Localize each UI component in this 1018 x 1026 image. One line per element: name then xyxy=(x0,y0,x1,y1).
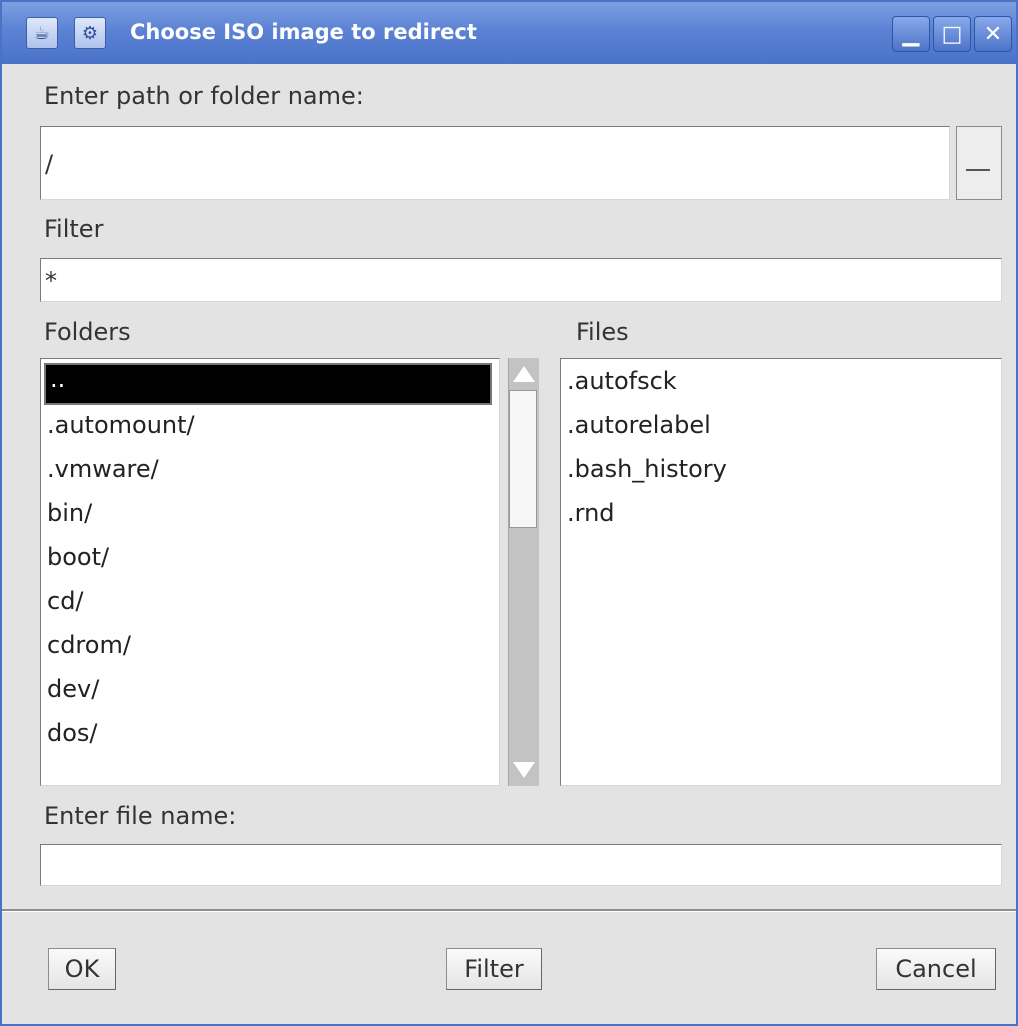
folder-item[interactable]: boot/ xyxy=(47,543,109,571)
folder-item[interactable]: bin/ xyxy=(47,499,92,527)
folder-item[interactable]: .automount/ xyxy=(47,411,195,439)
scroll-up-icon[interactable] xyxy=(509,358,539,388)
scroll-thumb[interactable] xyxy=(509,390,537,528)
scroll-down-icon[interactable] xyxy=(509,756,539,786)
window-title: Choose ISO image to redirect xyxy=(130,20,477,44)
maximize-icon[interactable]: □ xyxy=(933,16,971,52)
filter-input[interactable]: * xyxy=(40,258,1002,302)
browse-button[interactable] xyxy=(956,126,1002,200)
java-icon[interactable]: ☕ xyxy=(26,17,58,49)
file-item[interactable]: .bash_history xyxy=(567,455,727,483)
folder-item[interactable]: cd/ xyxy=(47,587,84,615)
folder-item[interactable]: dev/ xyxy=(47,675,99,703)
file-item[interactable]: .autorelabel xyxy=(567,411,711,439)
file-name-input[interactable] xyxy=(40,844,1002,886)
close-icon[interactable]: ✕ xyxy=(974,16,1012,52)
separator xyxy=(2,909,1016,912)
ok-button[interactable]: OK xyxy=(48,948,116,990)
window-menu-icon[interactable]: ⚙ xyxy=(74,17,106,49)
filter-label: Filter xyxy=(44,215,104,243)
cancel-button[interactable]: Cancel xyxy=(876,948,996,990)
folders-label: Folders xyxy=(44,318,131,346)
folder-item-selected[interactable]: .. xyxy=(44,363,492,405)
path-label: Enter path or folder name: xyxy=(44,82,364,110)
files-label: Files xyxy=(576,318,629,346)
file-item[interactable]: .rnd xyxy=(567,499,615,527)
file-item[interactable]: .autofsck xyxy=(567,367,677,395)
filter-button[interactable]: Filter xyxy=(446,948,542,990)
dialog-window: ☕ ⚙ Choose ISO image to redirect ▁ □ ✕ E… xyxy=(0,0,1018,1026)
file-name-label: Enter file name: xyxy=(44,802,237,830)
folder-item[interactable]: .vmware/ xyxy=(47,455,159,483)
folders-scrollbar[interactable] xyxy=(508,358,539,786)
files-list[interactable]: .autofsck .autorelabel .bash_history .rn… xyxy=(560,358,1002,786)
ellipsis-icon xyxy=(966,169,990,171)
minimize-icon[interactable]: ▁ xyxy=(892,16,930,52)
folders-list[interactable]: .. .automount/ .vmware/ bin/ boot/ cd/ c… xyxy=(40,358,500,786)
folder-item[interactable]: dos/ xyxy=(47,719,98,747)
folder-item[interactable]: cdrom/ xyxy=(47,631,131,659)
path-input[interactable]: / xyxy=(40,126,950,200)
title-bar[interactable]: ☕ ⚙ Choose ISO image to redirect ▁ □ ✕ xyxy=(2,2,1016,64)
